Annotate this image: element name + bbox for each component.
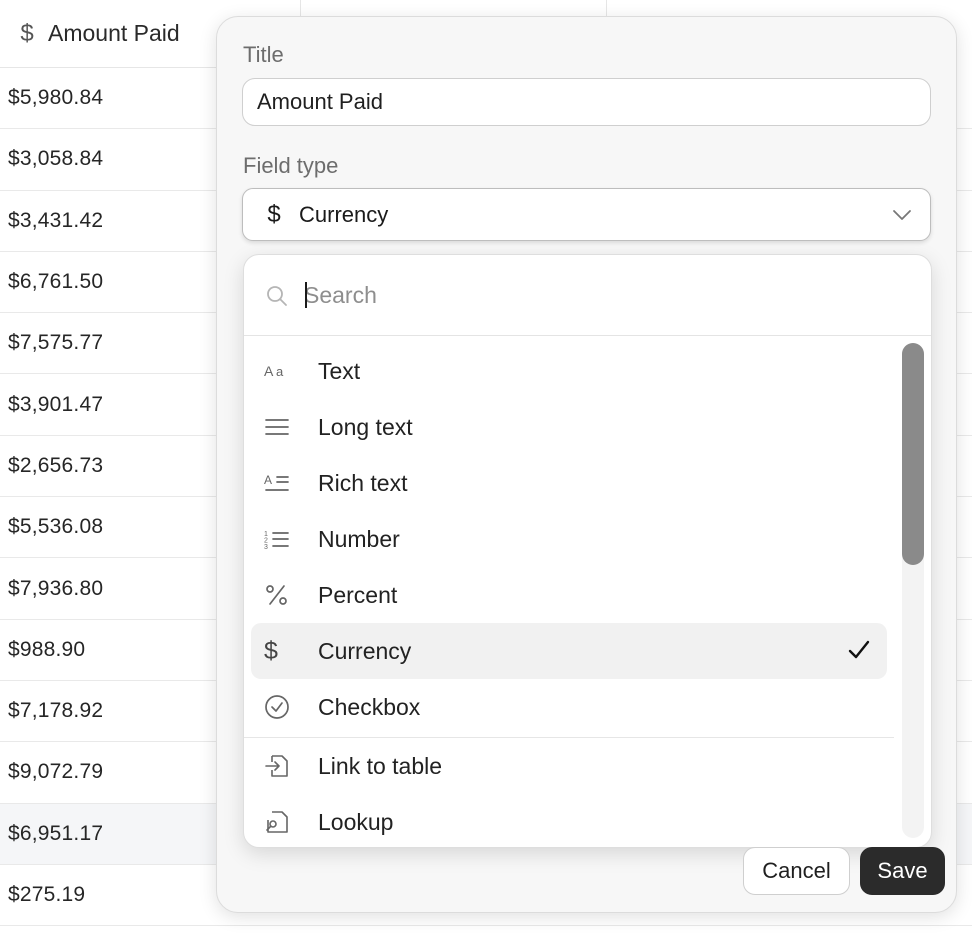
field-type-label: Field type xyxy=(243,153,339,178)
dollar-icon: $ xyxy=(267,200,281,228)
cancel-button[interactable]: Cancel xyxy=(743,847,850,895)
text-aa-icon: Aa xyxy=(264,361,304,381)
option-label: Link to table xyxy=(318,752,443,779)
amount-cell: $5,536.08 xyxy=(8,515,104,539)
title-label: Title xyxy=(243,42,284,67)
title-input[interactable]: Amount Paid xyxy=(242,78,931,126)
field-type-option[interactable]: Lookup xyxy=(251,794,887,847)
amount-cell: $9,072.79 xyxy=(8,760,104,784)
dropdown-search xyxy=(244,255,931,336)
option-label: Rich text xyxy=(318,469,408,496)
field-type-list: Aa Text Long text A Rich text 1 2 3 Number Percen… xyxy=(244,343,894,847)
percent-icon xyxy=(264,583,304,607)
long-text-icon xyxy=(264,416,304,438)
svg-text:a: a xyxy=(276,364,284,379)
number-list-icon: 123 xyxy=(264,528,304,550)
field-type-option[interactable]: Long text xyxy=(251,399,887,455)
amount-cell: $2,656.73 xyxy=(8,453,104,477)
option-label: Long text xyxy=(318,413,413,440)
column-header-label: Amount Paid xyxy=(48,20,180,46)
svg-text:A: A xyxy=(264,473,272,487)
checkbox-circle-icon xyxy=(264,694,304,720)
amount-cell: $5,980.84 xyxy=(8,86,104,110)
field-type-select[interactable]: $ Currency xyxy=(242,188,931,241)
amount-cell: $6,951.17 xyxy=(8,821,104,845)
field-type-option[interactable]: Checkbox xyxy=(251,679,887,735)
option-label: Percent xyxy=(318,581,398,608)
chevron-down-icon xyxy=(893,210,911,220)
field-type-option[interactable]: $ Currency xyxy=(251,623,887,679)
amount-cell: $275.19 xyxy=(8,883,86,906)
svg-text:A: A xyxy=(264,363,274,379)
amount-cell: $7,936.80 xyxy=(8,576,104,600)
save-button[interactable]: Save xyxy=(860,847,945,895)
option-label: Lookup xyxy=(318,808,394,835)
option-label: Checkbox xyxy=(318,693,421,720)
amount-cell: $6,761.50 xyxy=(8,270,104,294)
option-label: Number xyxy=(318,525,400,552)
field-type-option[interactable]: Link to table xyxy=(251,738,887,794)
dollar-icon: $ xyxy=(20,19,34,47)
field-type-dropdown: Aa Text Long text A Rich text 123 Number Percen… xyxy=(243,254,932,848)
checkmark-icon xyxy=(848,640,870,659)
option-label: Text xyxy=(318,357,361,384)
amount-cell: $3,431.42 xyxy=(8,208,104,232)
lookup-icon xyxy=(264,809,304,835)
text-caret xyxy=(305,282,307,308)
field-type-value: Currency xyxy=(299,201,389,227)
link-table-icon xyxy=(264,753,304,779)
amount-cell: $3,058.84 xyxy=(8,147,104,171)
search-icon xyxy=(267,286,287,306)
rich-text-icon: A xyxy=(264,472,304,494)
field-type-option[interactable]: A Rich text xyxy=(251,455,887,511)
field-type-option[interactable]: 1 2 3 Number xyxy=(251,511,887,567)
svg-text:3: 3 xyxy=(264,544,268,550)
amount-cell: $3,901.47 xyxy=(8,392,104,416)
field-type-option[interactable]: Percent xyxy=(251,567,887,623)
dollar-icon: $ xyxy=(264,636,278,665)
amount-cell: $7,575.77 xyxy=(8,331,104,355)
amount-cell: $7,178.92 xyxy=(8,699,104,723)
amount-cell: $988.90 xyxy=(8,637,86,661)
search-input[interactable] xyxy=(304,277,864,313)
option-label: Currency xyxy=(318,637,412,664)
field-type-option[interactable]: Aa Text xyxy=(251,343,887,399)
scrollbar-thumb[interactable] xyxy=(902,343,924,565)
